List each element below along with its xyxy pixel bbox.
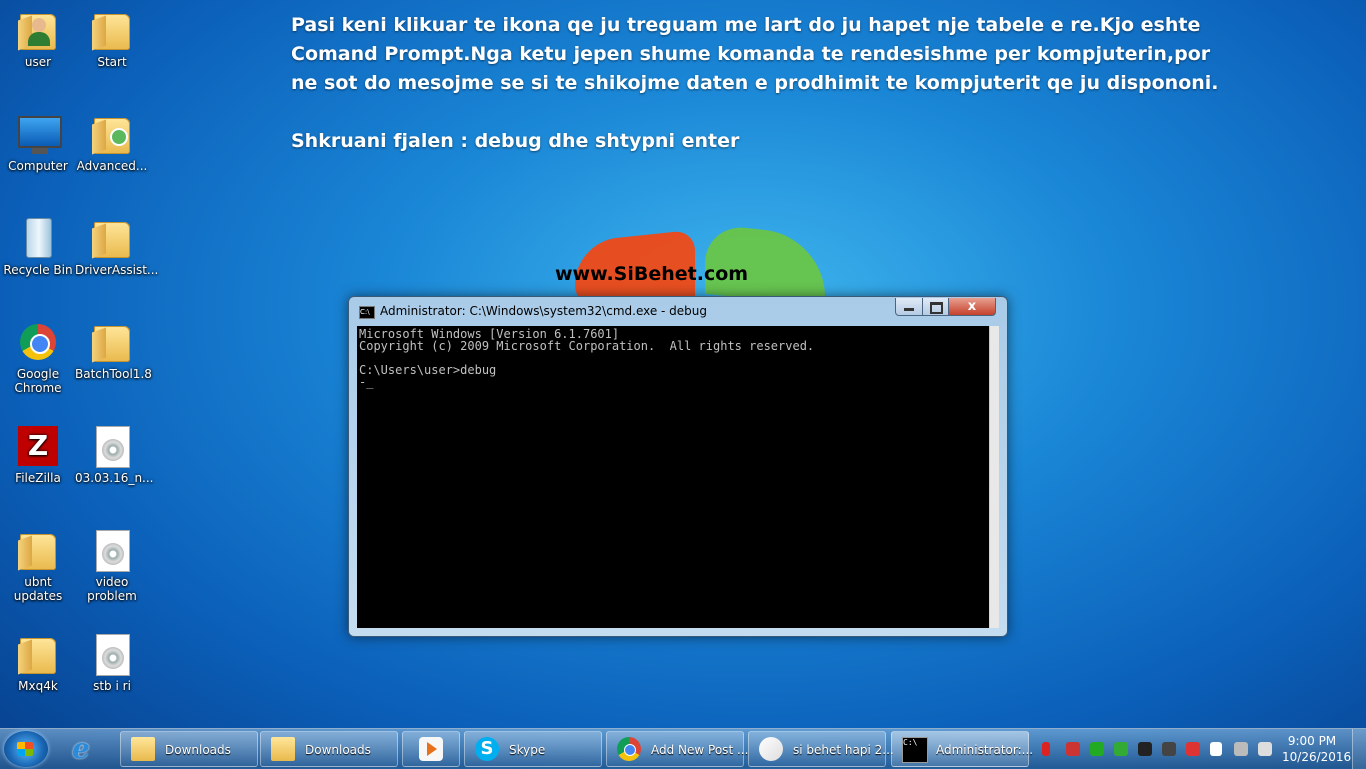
cmd-icon: C:\ [902,737,928,763]
chrome-icon [16,320,60,364]
clock[interactable]: 9:00 PM 10/26/2016 [1282,733,1352,765]
folder-icon [90,320,134,364]
desktop-icon-label: DriverAssist... [75,263,159,277]
desktop-icon-computer[interactable]: Computer [1,112,75,173]
folder-icon [271,737,295,761]
desktop-icon-stb-i-ri[interactable]: stb i ri [75,632,149,693]
instruction-line: Comand Prompt.Nga ketu jepen shume koman… [291,43,1211,65]
instruction-line: Pasi keni klikuar te ikona qe ju treguam… [291,14,1201,36]
watermark: www.SiBehet.com [555,263,749,285]
computer-icon [16,112,62,156]
desktop-icon-label: Google Chrome [14,367,62,395]
taskbar-button-label: si behet hapi 2... [793,743,894,757]
desktop-icon-batchtool[interactable]: BatchTool1.8 [75,320,152,381]
media-player-icon [419,737,443,761]
media-file-icon [90,528,134,572]
desktop-icon-start[interactable]: Start [75,8,149,69]
clock-time: 9:00 PM [1287,734,1337,748]
taskbar-button-label: Downloads [165,743,231,757]
window-title: Administrator: C:\Windows\system32\cmd.e… [380,304,708,318]
tray-app-icon[interactable] [1114,742,1128,756]
instruction-line: Shkruani fjalen : debug dhe shtypni ente… [291,130,740,152]
tray-app-icon[interactable] [1162,742,1176,756]
desktop-icon-ubnt-updates[interactable]: ubnt updates [1,528,75,603]
tray-app-icon[interactable] [1258,742,1272,756]
media-file-icon [90,632,134,676]
taskbar-button-cmd[interactable]: C:\ Administrator:... [891,731,1033,767]
paint-icon [759,737,783,761]
network-alert-icon[interactable] [1066,742,1080,756]
folder-icon [131,737,155,761]
flag-icon[interactable] [1042,742,1050,756]
taskbar: e Downloads Downloads S Skype Add New Po… [0,728,1366,769]
desktop-icon-label: ubnt updates [13,575,63,603]
desktop-icon-label: BatchTool1.8 [75,367,152,381]
instruction-text: Pasi keni klikuar te ikona qe ju treguam… [291,11,1291,156]
volume-icon[interactable] [1186,742,1200,756]
desktop-icon-label: stb i ri [93,679,131,693]
media-file-icon [90,424,134,468]
start-button[interactable] [4,731,48,767]
taskbar-button-media-player[interactable] [402,731,460,767]
desktop-icon-mxq4k[interactable]: Mxq4k [1,632,75,693]
system-tray [1040,729,1280,769]
desktop-icon-label: Recycle Bin [3,263,73,277]
desktop-icon-advanced[interactable]: Advanced... [75,112,149,173]
show-desktop-button[interactable] [1352,729,1366,769]
taskbar-button-label: Downloads [305,743,371,757]
taskbar-button-downloads-1[interactable]: Downloads [120,731,258,767]
desktop-icon-label: Start [97,55,127,69]
console-output[interactable]: Microsoft Windows [Version 6.1.7601] Copy… [357,326,989,628]
tray-app-icon[interactable] [1138,742,1152,756]
desktop-icon-label: FileZilla [15,471,61,485]
internet-explorer-icon[interactable]: e [72,734,104,764]
maximize-button[interactable] [922,298,949,316]
console-line: C:\Users\user>debug [359,363,497,377]
chrome-icon [617,737,641,761]
desktop-icon-driverassist[interactable]: DriverAssist... [75,216,159,277]
desktop-icon-label: video problem [87,575,137,603]
folder-icon [90,8,134,52]
desktop-icon-user[interactable]: user [1,8,75,69]
console-prompt: -_ [359,375,374,389]
desktop-icon-video-file-1[interactable]: 03.03.16_n... [75,424,154,485]
clock-date: 10/26/2016 [1282,750,1352,764]
vertical-scrollbar[interactable] [990,326,999,628]
desktop-icon-label: Mxq4k [18,679,58,693]
desktop-icon-label: Advanced... [76,159,148,173]
desktop-icon-recycle-bin[interactable]: Recycle Bin [1,216,75,277]
desktop-icon-label: user [24,55,52,69]
desktop-icon-filezilla[interactable]: Z FileZilla [1,424,75,485]
minimize-button[interactable] [895,298,923,316]
desktop-icon-google-chrome[interactable]: Google Chrome [1,320,75,395]
desktop-icon-label: Computer [8,159,68,173]
folder-icon [16,528,60,572]
folder-icon [16,632,60,676]
taskbar-button-label: Administrator:... [936,743,1034,757]
taskbar-button-label: Skype [509,743,546,757]
taskbar-button-paint[interactable]: si behet hapi 2... [748,731,894,767]
taskbar-button-chrome[interactable]: Add New Post ... [606,731,748,767]
cmd-window[interactable]: C:\ Administrator: C:\Windows\system32\c… [348,296,1008,637]
cmd-icon: C:\ [359,306,375,319]
tray-app-icon[interactable] [1210,742,1222,756]
folder-icon [90,216,134,260]
desktop-icon-video-problem[interactable]: video problem [75,528,149,603]
recycle-bin-icon [16,216,60,260]
signal-icon[interactable] [1234,742,1248,756]
console-line: Copyright (c) 2009 Microsoft Corporation… [359,339,815,353]
tray-app-icon[interactable] [1090,742,1104,756]
skype-icon: S [475,737,499,761]
instruction-line: ne sot do mesojme se si te shikojme date… [291,72,1219,94]
taskbar-button-skype[interactable]: S Skype [464,731,602,767]
taskbar-button-label: Add New Post ... [651,743,749,757]
folder-icon [90,112,134,156]
close-button[interactable]: x [948,298,996,316]
desktop-icon-label: 03.03.16_n... [75,471,154,485]
filezilla-icon: Z [16,424,60,468]
cmd-titlebar[interactable]: C:\ Administrator: C:\Windows\system32\c… [349,297,1007,325]
taskbar-button-downloads-2[interactable]: Downloads [260,731,398,767]
